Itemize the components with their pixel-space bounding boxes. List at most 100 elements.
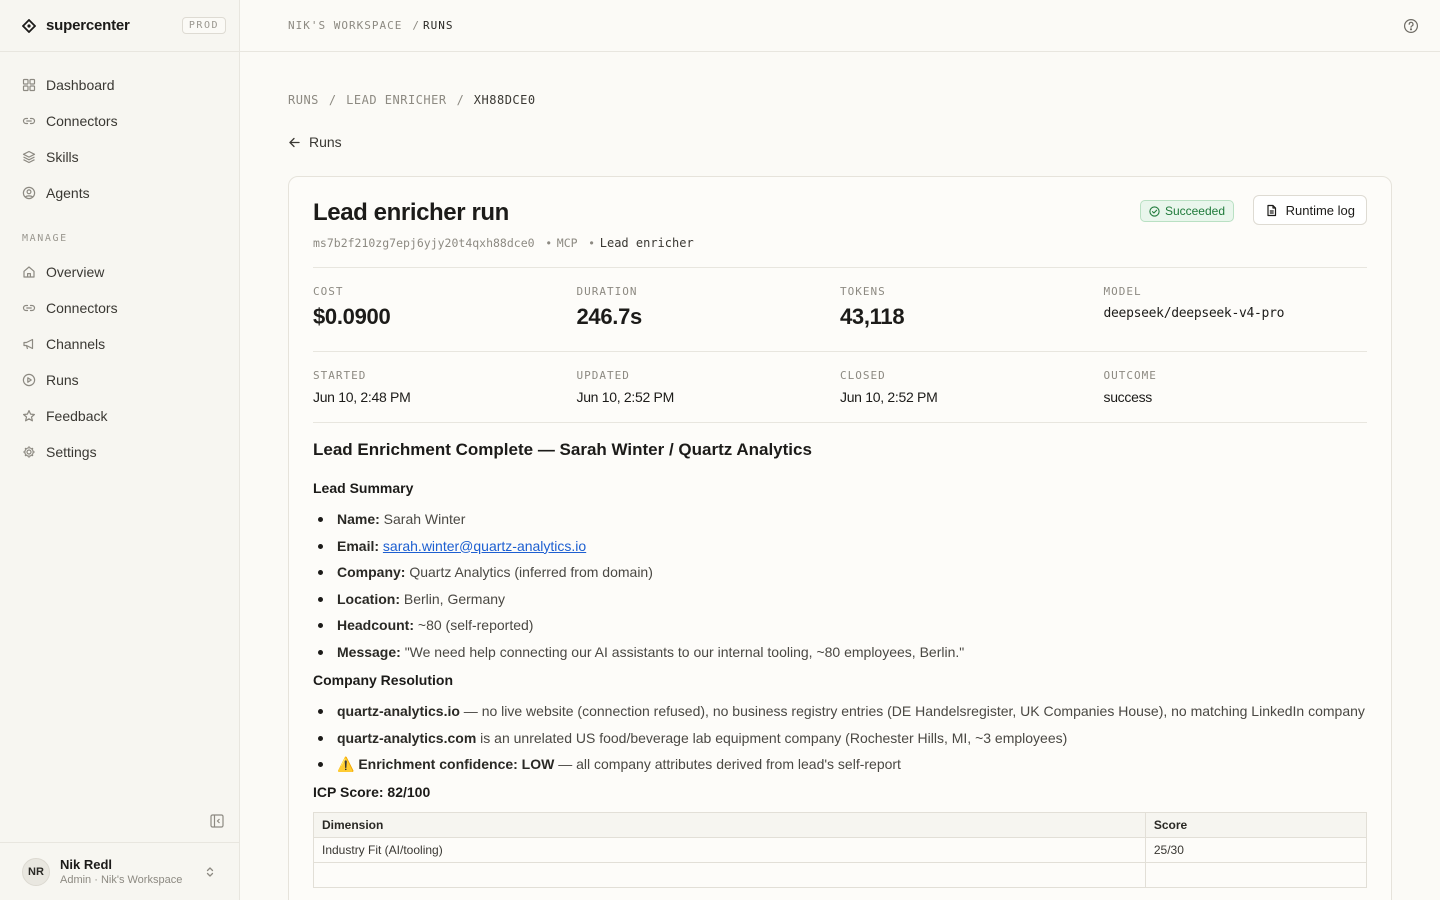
stat-value: Jun 10, 2:48 PM xyxy=(313,389,411,405)
sidebar-item-channels[interactable]: Channels xyxy=(0,326,239,362)
link-icon xyxy=(22,304,36,312)
back-to-runs-link[interactable]: Runs xyxy=(288,134,342,150)
field-value: ~80 (self-reported) xyxy=(414,617,534,634)
table-cell: 25/30 xyxy=(1144,837,1368,864)
user-menu[interactable]: NR Nik Redl Admin · Nik's Workspace xyxy=(0,842,239,900)
main-nav: Dashboard Connectors Skills Agents MANAG… xyxy=(0,52,239,470)
sidebar-item-feedback[interactable]: Feedback xyxy=(0,398,239,434)
run-output-report: Lead Enrichment Complete — Sarah Winter … xyxy=(313,440,1368,889)
play-circle-icon xyxy=(22,373,36,387)
sidebar-item-settings[interactable]: Settings xyxy=(0,434,239,470)
sidebar-item-connectors[interactable]: Connectors xyxy=(0,103,239,139)
avatar: NR xyxy=(22,857,50,886)
status-badge: Succeeded xyxy=(1139,200,1234,222)
table-row: Industry Fit (AI/tooling) 25/30 xyxy=(313,837,1368,864)
stat-value: success xyxy=(1103,389,1153,405)
layers-icon xyxy=(22,150,36,164)
field-key: Message: xyxy=(337,643,401,660)
sidebar-item-label: Agents xyxy=(46,185,90,201)
company-resolution-heading: Company Resolution xyxy=(313,671,454,688)
sidebar-item-agents[interactable]: Agents xyxy=(0,175,239,211)
table-header-row: Dimension Score xyxy=(313,812,1368,839)
field-value: — no live website (connection refused), … xyxy=(459,702,1365,719)
grid-icon xyxy=(22,78,36,92)
field-key: quartz-analytics.io xyxy=(337,702,460,719)
icp-score-heading: ICP Score: 82/100 xyxy=(313,784,431,801)
sidebar-item-dashboard[interactable]: Dashboard xyxy=(0,67,239,103)
field-key: Email: xyxy=(337,537,380,554)
logo-icon xyxy=(22,18,36,33)
column-header: Score xyxy=(1144,812,1368,839)
arrow-left-icon xyxy=(289,137,300,147)
stat-value: 246.7s xyxy=(576,304,643,329)
env-badge: PROD xyxy=(181,17,226,34)
user-role: Admin · Nik's Workspace xyxy=(60,874,183,886)
email-link[interactable]: sarah.winter@quartz-analytics.io xyxy=(383,538,586,554)
runtime-log-label: Runtime log xyxy=(1285,202,1355,218)
run-detail-card: Lead enricher run ms7b2f210zg7epj6yjy20t… xyxy=(288,176,1392,900)
collapse-sidebar-icon[interactable] xyxy=(209,813,225,829)
run-id: ms7b2f210zg7epj6yjy20t4qxh88dce0 xyxy=(313,236,535,250)
column-header: Dimension xyxy=(313,812,1146,839)
icp-score-table: Dimension Score Industry Fit (AI/tooling… xyxy=(313,812,1368,889)
check-circle-icon xyxy=(1149,205,1160,217)
list-item: ⚠️ Enrichment confidence: LOW — all comp… xyxy=(313,753,1367,776)
field-key: Name: xyxy=(337,511,380,527)
field-key: Headcount: xyxy=(337,617,414,634)
lead-summary-list: Name: Sarah Winter Email: sarah.winter@q… xyxy=(313,508,1367,664)
field-value: Quartz Analytics (inferred from domain) xyxy=(405,564,653,581)
meta-separator: • xyxy=(546,236,551,250)
field-key: Company: xyxy=(337,564,406,581)
stat-label: UPDATED xyxy=(576,369,630,382)
breadcrumb-separator: / xyxy=(456,93,464,107)
sidebar-item-label: Connectors xyxy=(46,300,118,316)
breadcrumb-runs[interactable]: RUNS xyxy=(288,93,319,107)
help-icon[interactable] xyxy=(1403,18,1419,34)
sidebar-item-label: Settings xyxy=(46,444,97,460)
user-circle-icon xyxy=(22,186,36,200)
sidebar-item-label: Overview xyxy=(46,264,105,280)
table-cell: Industry Fit (AI/tooling) xyxy=(313,837,1146,864)
sidebar-item-runs[interactable]: Runs xyxy=(0,362,239,398)
breadcrumb-agent[interactable]: LEAD ENRICHER xyxy=(346,93,446,107)
table-row xyxy=(313,862,1368,889)
field-key: Enrichment confidence: LOW xyxy=(358,756,555,773)
gear-icon xyxy=(23,446,35,458)
sidebar-item-overview[interactable]: Overview xyxy=(0,254,239,290)
star-icon xyxy=(23,410,35,422)
sidebar-item-label: Feedback xyxy=(46,408,108,424)
stat-value: Jun 10, 2:52 PM xyxy=(576,389,675,405)
sidebar-item-label: Connectors xyxy=(46,113,118,129)
field-value: Berlin, Germany xyxy=(400,590,506,607)
topbar: NIK'S WORKSPACE / RUNS xyxy=(240,0,1440,52)
run-meta: ms7b2f210zg7epj6yjy20t4qxh88dce0 • MCP •… xyxy=(313,236,694,250)
back-link-label: Runs xyxy=(309,134,342,150)
breadcrumb: RUNS / LEAD ENRICHER / XH88DCE0 xyxy=(288,93,536,107)
document-icon xyxy=(1267,204,1276,216)
stat-cost: COST $0.0900 xyxy=(313,268,577,351)
warning-icon: ⚠️ xyxy=(337,756,359,773)
brand-name[interactable]: supercenter xyxy=(46,17,182,34)
field-value: is an unrelated US food/beverage lab equ… xyxy=(476,729,1068,746)
stat-value: deepseek/deepseek-v4-pro xyxy=(1103,306,1285,321)
stat-outcome: OUTCOME success xyxy=(1104,352,1368,422)
stat-label: MODEL xyxy=(1103,285,1142,298)
manage-section-label: MANAGE xyxy=(22,233,68,244)
field-key: Location: xyxy=(337,590,400,607)
sidebar-item-label: Skills xyxy=(46,149,79,165)
stat-label: STARTED xyxy=(313,369,367,382)
table-cell xyxy=(1144,862,1368,889)
field-value: "We need help connecting our AI assistan… xyxy=(400,643,965,660)
topbar-crumb-separator: / xyxy=(412,19,419,32)
stat-duration: DURATION 246.7s xyxy=(577,268,841,351)
runtime-log-button[interactable]: Runtime log xyxy=(1252,195,1367,225)
stat-tokens: TOKENS 43,118 xyxy=(840,268,1104,351)
chevron-up-down-icon[interactable] xyxy=(203,865,217,879)
sidebar-item-skills[interactable]: Skills xyxy=(0,139,239,175)
stat-closed: CLOSED Jun 10, 2:52 PM xyxy=(840,352,1104,422)
sidebar-item-label: Dashboard xyxy=(46,77,115,93)
list-item: Email: sarah.winter@quartz-analytics.io xyxy=(313,535,1367,558)
stat-label: CLOSED xyxy=(840,369,886,382)
topbar-crumb-workspace[interactable]: NIK'S WORKSPACE xyxy=(288,19,402,32)
sidebar-item-manage-connectors[interactable]: Connectors xyxy=(0,290,239,326)
